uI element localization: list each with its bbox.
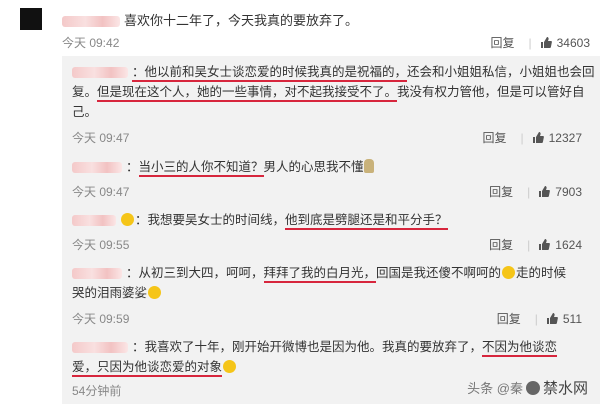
top-comment-text: 喜欢你十二年了，今天我真的要放弃了。 bbox=[124, 13, 359, 28]
divider: | bbox=[520, 131, 524, 145]
divider: | bbox=[527, 185, 531, 199]
emoji-icon bbox=[223, 360, 237, 373]
reply-text: 哭的泪雨婆娑 bbox=[62, 283, 592, 303]
thumbs-up-icon[interactable] bbox=[540, 37, 552, 48]
list-item: ：我喜欢了十年，刚开始开微博也是因为他。我真的要放弃了，不因为他谈恋 爱，只因为… bbox=[62, 337, 592, 398]
watermark: 头条 @秦 禁水网 bbox=[467, 380, 588, 397]
list-item: ：从初三到大四，呵呵，拜拜了我的白月光，回国是我还傻不啊呵的 走的时候 哭的泪雨婆… bbox=[62, 263, 592, 326]
reply-text: 己。 bbox=[72, 105, 98, 119]
reply-list: ：他以前和吴女士谈恋爱的时候我真的是祝福的，还会和小姐姐私信，小姐姐也会回 复。… bbox=[62, 56, 600, 404]
list-item: ：我想要吴女士的时间线，他到底是劈腿还是和平分手？ 今天 09:55 回复 | 16… bbox=[62, 210, 592, 252]
username-redacted[interactable] bbox=[72, 268, 122, 280]
timestamp: 今天 09:55 bbox=[72, 238, 130, 252]
timestamp: 今天 09:59 bbox=[72, 312, 130, 326]
reply-button[interactable]: 回复 bbox=[482, 131, 506, 145]
username-redacted[interactable] bbox=[72, 342, 128, 354]
reply-button[interactable]: 回复 bbox=[489, 238, 513, 252]
like-count: 34603 bbox=[556, 36, 590, 50]
emoji-icon bbox=[502, 266, 516, 279]
username-redacted[interactable] bbox=[72, 67, 128, 79]
timestamp: 今天 09:47 bbox=[72, 131, 130, 145]
emoji-icon bbox=[148, 286, 162, 299]
reply-text: ：从初三到大四，呵呵，拜拜了我的白月光，回国是我还傻不啊呵的 走的时候 bbox=[62, 263, 592, 283]
reply-text: ：我想要吴女士的时间线，他到底是劈腿还是和平分手？ bbox=[62, 210, 592, 230]
username-redacted[interactable] bbox=[72, 162, 122, 174]
divider: | bbox=[527, 238, 531, 252]
comment-actions: 回复 | 7903 bbox=[489, 183, 582, 200]
divider: | bbox=[534, 312, 538, 326]
thumbs-up-icon[interactable] bbox=[538, 239, 551, 250]
reply-button[interactable]: 回复 bbox=[497, 312, 521, 326]
emoji-icon bbox=[121, 213, 134, 226]
reply-button[interactable]: 回复 bbox=[490, 36, 514, 50]
reply-text: 复。但是现在这个人，她的一些事情，对不起我接受不了。我没有权力管他，但是可以管好… bbox=[62, 82, 592, 102]
reply-text: ：他以前和吴女士谈恋爱的时候我真的是祝福的，还会和小姐姐私信，小姐姐也会回 bbox=[62, 62, 595, 82]
emoji-icon bbox=[363, 159, 374, 173]
username-redacted[interactable] bbox=[62, 16, 120, 28]
top-comment: 喜欢你十二年了，今天我真的要放弃了。 今天 09:42 回复 | 34603 bbox=[0, 0, 600, 56]
like-count: 7903 bbox=[555, 185, 582, 199]
comment-actions: 回复 | 1624 bbox=[489, 236, 582, 253]
username-redacted[interactable] bbox=[72, 215, 116, 227]
logo-icon bbox=[525, 381, 540, 395]
like-count: 1624 bbox=[555, 238, 582, 252]
reply-text: 爱，只因为他谈恋爱的对象 bbox=[62, 357, 592, 377]
timestamp: 54分钟前 bbox=[72, 384, 122, 398]
divider: | bbox=[528, 36, 532, 50]
comment-actions: 回复 | 12327 bbox=[482, 129, 582, 146]
top-comment-body: 喜欢你十二年了，今天我真的要放弃了。 bbox=[62, 10, 358, 29]
reply-text: ：当小三的人你不知道？男人的心思我不懂 bbox=[62, 157, 592, 177]
thumbs-up-icon[interactable] bbox=[546, 313, 558, 324]
thumbs-up-icon[interactable] bbox=[532, 132, 544, 143]
comment-actions: 回复 | 511 bbox=[497, 310, 582, 327]
reply-button[interactable]: 回复 bbox=[489, 185, 513, 199]
avatar[interactable] bbox=[20, 8, 42, 30]
timestamp: 今天 09:42 bbox=[62, 36, 120, 50]
like-count: 511 bbox=[562, 312, 582, 326]
comment-actions: 回复 | 34603 bbox=[490, 34, 590, 51]
list-item: ：当小三的人你不知道？男人的心思我不懂 今天 09:47 回复 | 7903 bbox=[62, 157, 592, 199]
reply-text: ：我喜欢了十年，刚开始开微博也是因为他。我真的要放弃了，不因为他谈恋 bbox=[62, 337, 592, 357]
list-item: ：他以前和吴女士谈恋爱的时候我真的是祝福的，还会和小姐姐私信，小姐姐也会回 复。… bbox=[62, 62, 595, 145]
thumbs-up-icon[interactable] bbox=[538, 186, 551, 197]
like-count: 12327 bbox=[548, 131, 582, 145]
timestamp: 今天 09:47 bbox=[72, 185, 130, 199]
